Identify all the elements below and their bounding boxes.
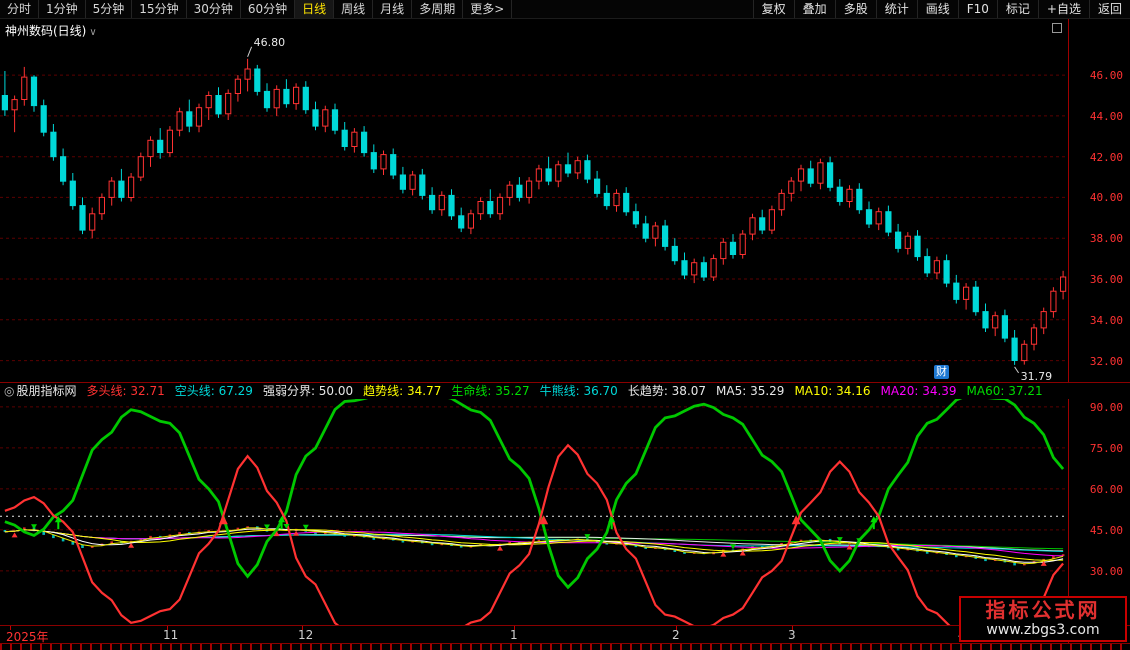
price-axis-label: 42.00 <box>1090 151 1123 164</box>
menu-item[interactable]: 画线 <box>917 0 958 18</box>
legend-item: 牛熊线: 36.70 <box>540 383 618 399</box>
price-axis-label: 36.00 <box>1090 273 1123 286</box>
high-pointer <box>248 47 252 57</box>
indicator-header: ◎股朋指标网多头线: 32.71 空头线: 67.29 强弱分界: 50.00 趋势线… <box>0 383 1070 399</box>
high-annotation: 46.80 <box>254 36 286 49</box>
time-label: 2 <box>672 628 680 642</box>
menu-item[interactable]: 标记 <box>997 0 1038 18</box>
tools-menu: 复权叠加多股统计画线F10标记+自选返回 <box>753 0 1130 18</box>
price-axis: 46.00 44.00 42.00 40.00 38.00 36.00 34.00 32.00 <box>1069 18 1130 383</box>
price-axis-label: 44.00 <box>1090 110 1123 123</box>
time-label: 12 <box>298 628 313 642</box>
collapse-icon[interactable]: ◎ <box>4 384 14 398</box>
legend-item: MA20: 34.39 <box>881 383 957 399</box>
price-axis-label: 32.00 <box>1090 355 1123 368</box>
menu-item[interactable]: 多股 <box>835 0 876 18</box>
signal-markers <box>12 515 1047 566</box>
watermark-url: www.zbgs3.com <box>986 622 1099 639</box>
menu-item[interactable]: 月线 <box>373 0 412 18</box>
menu-item[interactable]: 更多> <box>463 0 512 18</box>
time-axis: 2025年11121234 <box>0 626 1068 643</box>
menu-item[interactable]: 叠加 <box>794 0 835 18</box>
indicator-axis: 90.00 75.00 60.00 45.00 30.00 <box>1069 399 1130 625</box>
menu-item[interactable]: +自选 <box>1038 0 1089 18</box>
indicator-axis-label: 45.00 <box>1090 524 1123 537</box>
legend-item: 生命线: 35.27 <box>451 383 529 399</box>
time-label: 11 <box>163 628 178 642</box>
ma-lines <box>5 528 1063 564</box>
watermark: 指标公式网 www.zbgs3.com <box>959 596 1127 642</box>
menu-item[interactable]: 30分钟 <box>187 0 241 18</box>
indicator-axis-label: 90.00 <box>1090 401 1123 414</box>
menu-item[interactable]: 复权 <box>753 0 794 18</box>
price-axis-label: 40.00 <box>1090 191 1123 204</box>
price-axis-label: 38.00 <box>1090 232 1123 245</box>
chart-title[interactable]: 神州数码(日线)∨ <box>5 22 97 39</box>
menu-item[interactable]: 5分钟 <box>86 0 133 18</box>
price-axis-label: 34.00 <box>1090 314 1123 327</box>
price-gridlines <box>0 75 1068 361</box>
price-axis-label: 46.00 <box>1090 69 1123 82</box>
menu-item[interactable]: 分时 <box>0 0 39 18</box>
bottom-ticks <box>0 644 1130 650</box>
axis-divider <box>1068 18 1069 644</box>
time-label: 2025年 <box>6 628 49 645</box>
menu-item[interactable]: F10 <box>958 0 997 18</box>
candlestick-chart[interactable]: 46.80 31.79 <box>0 18 1068 383</box>
menu-item[interactable]: 15分钟 <box>132 0 186 18</box>
menu-item[interactable]: 1分钟 <box>39 0 86 18</box>
indicator-gridlines <box>0 407 1068 571</box>
chevron-down-icon[interactable]: ∨ <box>89 27 96 38</box>
indicator-name[interactable]: ◎股朋指标网 <box>4 383 77 399</box>
low-pointer <box>1015 367 1019 373</box>
indicator-chart[interactable] <box>0 399 1068 625</box>
legend-item: 多头线: 32.71 <box>87 383 165 399</box>
trading-app-window: 分时1分钟5分钟15分钟30分钟60分钟日线周线月线多周期更多> 复权叠加多股统… <box>0 0 1130 650</box>
menu-item[interactable]: 60分钟 <box>241 0 295 18</box>
indicator-axis-label: 60.00 <box>1090 483 1123 496</box>
time-label: 1 <box>510 628 518 642</box>
menu-item[interactable]: 日线 <box>295 0 334 18</box>
legend-item: 强弱分界: 50.00 <box>263 383 353 399</box>
legend-item: 长趋势: 38.07 <box>628 383 706 399</box>
menu-item[interactable]: 返回 <box>1089 0 1130 18</box>
legend-item: MA5: 35.29 <box>716 383 784 399</box>
indicator-axis-label: 30.00 <box>1090 565 1123 578</box>
period-menu: 分时1分钟5分钟15分钟30分钟60分钟日线周线月线多周期更多> <box>0 0 512 18</box>
low-annotation: 31.79 <box>1021 370 1053 383</box>
legend-item: MA60: 37.21 <box>967 383 1043 399</box>
news-badge[interactable]: 财 <box>934 365 949 379</box>
expand-icon[interactable] <box>1052 23 1062 33</box>
stock-title: 神州数码(日线) <box>5 24 86 38</box>
legend-item: 空头线: 67.29 <box>175 383 253 399</box>
menu-item[interactable]: 统计 <box>876 0 917 18</box>
legend-item: 趋势线: 34.77 <box>363 383 441 399</box>
menu-item[interactable]: 多周期 <box>412 0 463 18</box>
watermark-title: 指标公式网 <box>986 599 1101 622</box>
indicator-axis-label: 75.00 <box>1090 442 1123 455</box>
legend-item: MA10: 34.16 <box>794 383 870 399</box>
bottom-divider <box>0 643 1130 644</box>
candles <box>2 59 1065 365</box>
bull-oscillator-line <box>5 445 1063 625</box>
bear-oscillator-line <box>5 399 1063 587</box>
menu-item[interactable]: 周线 <box>334 0 373 18</box>
time-label: 3 <box>788 628 796 642</box>
menubar: 分时1分钟5分钟15分钟30分钟60分钟日线周线月线多周期更多> 复权叠加多股统… <box>0 0 1130 19</box>
